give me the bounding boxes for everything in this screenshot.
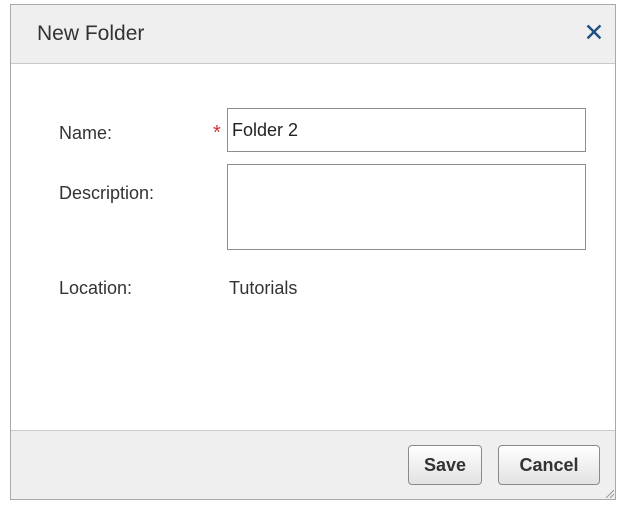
name-label: Name:	[59, 123, 113, 143]
dialog-title: New Folder	[37, 22, 145, 45]
resize-grip-icon[interactable]	[604, 488, 614, 498]
description-label: Description:	[59, 183, 155, 203]
location-value: Tutorials	[229, 278, 298, 298]
save-button[interactable]: Save	[408, 445, 482, 485]
location-label: Location:	[59, 278, 133, 298]
required-marker: *	[213, 122, 221, 144]
close-icon[interactable]: ✕	[581, 19, 607, 47]
dialog-title-bar: New Folder ✕	[11, 5, 615, 64]
new-folder-dialog: New Folder ✕ Name: * Description: Locati…	[10, 4, 616, 500]
name-input[interactable]	[227, 108, 586, 152]
dialog-footer: Save Cancel	[11, 430, 615, 499]
description-input[interactable]	[227, 164, 586, 250]
cancel-button[interactable]: Cancel	[498, 445, 600, 485]
